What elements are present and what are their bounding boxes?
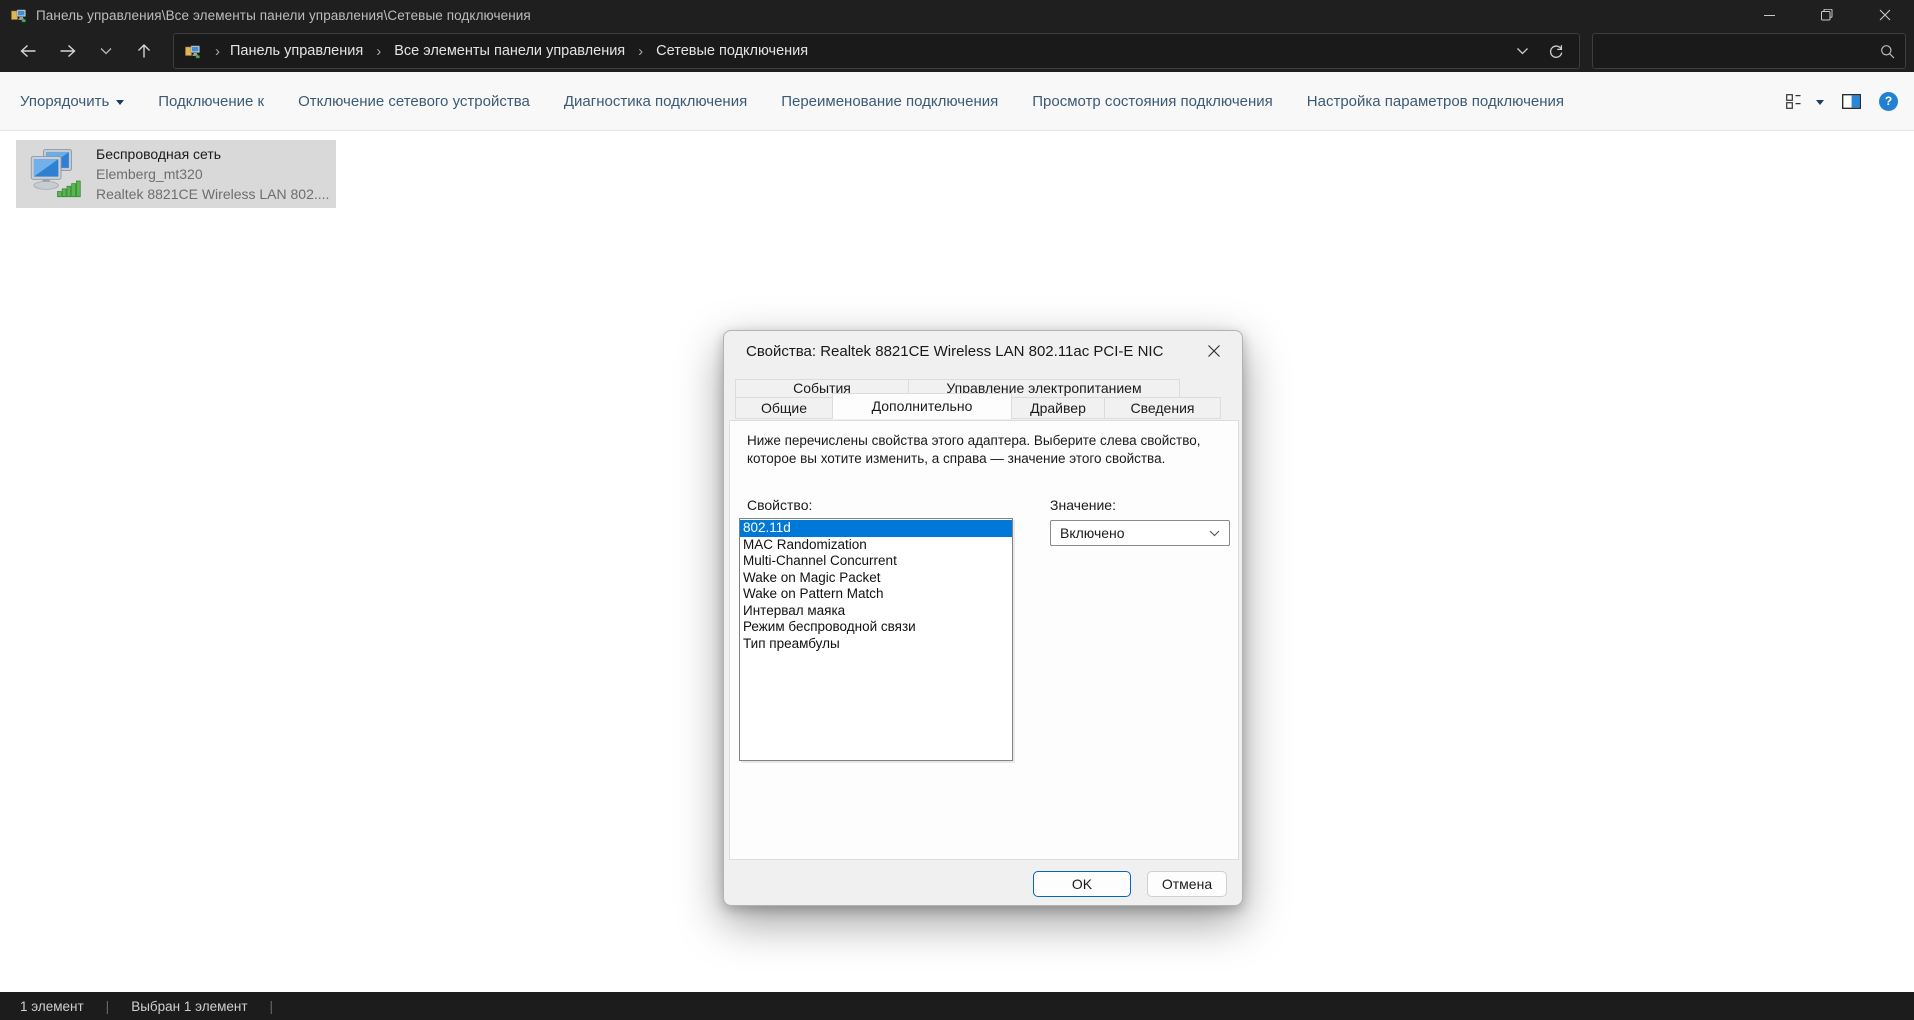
close-button[interactable] — [1856, 0, 1914, 30]
search-icon — [1881, 44, 1895, 58]
description-line: которое вы хотите изменить, а справа — з… — [747, 450, 1166, 466]
dialog-title: Свойства: Realtek 8821CE Wireless LAN 80… — [746, 342, 1164, 360]
help-button[interactable]: ? — [1879, 91, 1898, 111]
breadcrumb-separator[interactable]: › — [215, 43, 220, 60]
toolbar-item-diagnose[interactable]: Диагностика подключения — [564, 93, 747, 110]
window-titlebar: Панель управления\Все элементы панели уп… — [0, 0, 1914, 30]
dialog-close-button[interactable] — [1198, 336, 1230, 366]
tab-advanced[interactable]: Дополнительно — [832, 393, 1012, 419]
back-button[interactable] — [8, 34, 48, 68]
property-item[interactable]: MAC Randomization — [740, 537, 1012, 554]
forward-arrow-icon — [60, 44, 76, 58]
minimize-button[interactable] — [1740, 0, 1798, 30]
dialog-titlebar: Свойства: Realtek 8821CE Wireless LAN 80… — [724, 331, 1242, 371]
breadcrumb-item-control-panel[interactable]: Панель управления — [228, 43, 365, 59]
toolbar-item-view-status[interactable]: Просмотр состояния подключения — [1032, 93, 1273, 110]
toolbar-item-organize[interactable]: Упорядочить — [20, 92, 125, 110]
property-listbox[interactable]: 802.11d MAC Randomization Multi-Channel … — [739, 518, 1013, 761]
toolbar-item-connect-to[interactable]: Подключение к — [158, 93, 264, 110]
forward-button[interactable] — [48, 34, 88, 68]
chevron-down-icon — [1209, 530, 1220, 536]
combobox-value: Включено — [1060, 525, 1125, 541]
help-icon: ? — [1879, 91, 1898, 111]
command-bar: Упорядочить Подключение к Отключение сет… — [0, 72, 1914, 131]
close-icon — [1208, 345, 1220, 357]
property-item[interactable]: Тип преамбулы — [740, 636, 1012, 653]
address-bar[interactable]: › Панель управления › Все элементы панел… — [173, 33, 1580, 69]
refresh-icon — [1549, 45, 1563, 58]
toolbar-item-rename[interactable]: Переименование подключения — [781, 93, 998, 110]
search-input[interactable] — [1603, 43, 1880, 59]
property-item[interactable]: Wake on Pattern Match — [740, 586, 1012, 603]
toolbar-item-label: Упорядочить — [20, 92, 110, 110]
breadcrumb-separator[interactable]: › — [376, 43, 381, 60]
property-item[interactable]: Wake on Magic Packet — [740, 570, 1012, 587]
file-list-area: Беспроводная сеть Elemberg_mt320 Realtek… — [0, 131, 1914, 992]
connection-ssid: Elemberg_mt320 — [96, 166, 203, 182]
navigation-bar: › Панель управления › Все элементы панел… — [0, 30, 1914, 72]
dropdown-caret-icon — [1816, 99, 1824, 105]
refresh-button[interactable] — [1539, 35, 1573, 67]
value-combobox[interactable]: Включено — [1050, 520, 1230, 546]
advanced-tab-page: Ниже перечислены свойства этого адаптера… — [729, 420, 1239, 860]
preview-pane-button[interactable] — [1842, 93, 1861, 109]
connection-adapter: Realtek 8821CE Wireless LAN 802.... — [96, 186, 330, 202]
tab-control: События Управление электропитанием Общие… — [735, 379, 1233, 419]
window-title: Панель управления\Все элементы панели уп… — [36, 7, 531, 23]
tab-driver[interactable]: Драйвер — [1011, 397, 1105, 419]
up-arrow-icon — [138, 44, 150, 58]
preview-pane-icon — [1842, 93, 1861, 109]
list-view-icon — [1786, 93, 1801, 109]
property-item[interactable]: Multi-Channel Concurrent — [740, 553, 1012, 570]
network-connections-icon — [10, 7, 27, 23]
chevron-down-icon — [1516, 48, 1528, 55]
status-bar: 1 элемент | Выбран 1 элемент | — [0, 992, 1914, 1020]
restore-button[interactable] — [1798, 0, 1856, 30]
recent-locations-button[interactable] — [88, 34, 124, 68]
dropdown-caret-icon — [116, 99, 125, 105]
property-item-selected[interactable]: 802.11d — [740, 520, 1012, 537]
chevron-down-icon — [100, 48, 112, 55]
adapter-properties-dialog: Свойства: Realtek 8821CE Wireless LAN 80… — [723, 330, 1243, 906]
ok-button[interactable]: OK — [1033, 871, 1131, 897]
up-button[interactable] — [124, 34, 164, 68]
breadcrumb-item-all-items[interactable]: Все элементы панели управления — [392, 43, 627, 59]
property-label: Свойство: — [747, 497, 813, 513]
wireless-network-icon — [30, 149, 81, 198]
value-label: Значение: — [1050, 497, 1116, 513]
toolbar-item-disable-device[interactable]: Отключение сетевого устройства — [298, 93, 530, 110]
selection-count: Выбран 1 элемент — [131, 998, 248, 1014]
toolbar-item-change-settings[interactable]: Настройка параметров подключения — [1307, 93, 1564, 110]
connection-name: Беспроводная сеть — [96, 146, 222, 162]
address-dropdown-button[interactable] — [1505, 35, 1539, 67]
status-separator: | — [105, 998, 110, 1014]
back-arrow-icon — [20, 44, 36, 58]
tab-details[interactable]: Сведения — [1104, 397, 1221, 419]
breadcrumb-separator[interactable]: › — [638, 43, 643, 60]
network-connections-icon — [184, 43, 201, 59]
breadcrumb-item-network-connections[interactable]: Сетевые подключения — [654, 43, 810, 59]
tab-general[interactable]: Общие — [735, 397, 833, 419]
description-line: Ниже перечислены свойства этого адаптера… — [747, 433, 1201, 448]
cancel-button[interactable]: Отмена — [1147, 871, 1227, 897]
search-box[interactable] — [1592, 33, 1906, 69]
adapter-description: Ниже перечислены свойства этого адаптера… — [747, 432, 1200, 467]
items-count: 1 элемент — [20, 998, 84, 1014]
property-item[interactable]: Режим беспроводной связи — [740, 619, 1012, 636]
property-item[interactable]: Интервал маяка — [740, 603, 1012, 620]
connection-item[interactable]: Беспроводная сеть Elemberg_mt320 Realtek… — [16, 140, 336, 208]
view-options-button[interactable] — [1786, 93, 1824, 110]
status-separator: | — [269, 998, 274, 1014]
